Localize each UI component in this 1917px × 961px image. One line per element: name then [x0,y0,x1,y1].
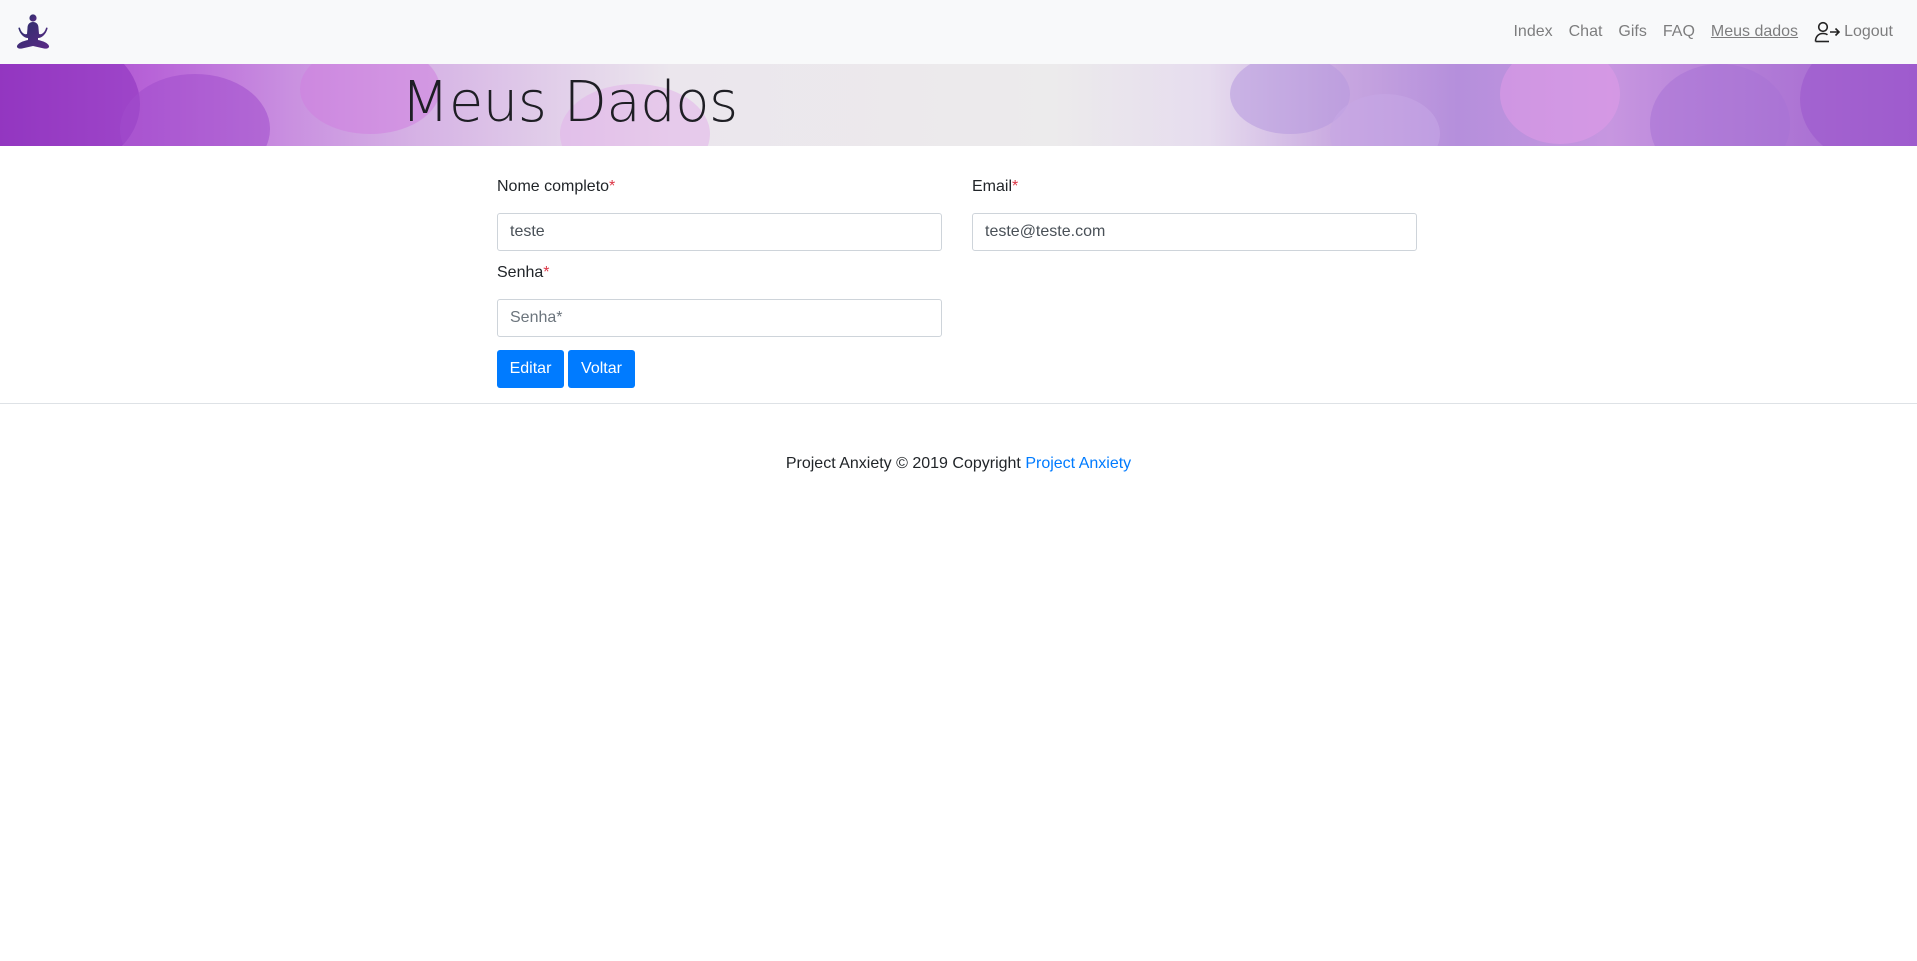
footer: Project Anxiety © 2019 Copyright Project… [0,455,1917,473]
nav-link-faq[interactable]: FAQ [1663,23,1695,41]
name-input[interactable] [497,213,942,251]
footer-divider [0,403,1917,404]
required-mark: * [609,178,616,195]
logout-link[interactable]: Logout [1814,21,1893,43]
required-mark: * [543,264,550,281]
password-field-group: Senha* [497,264,942,337]
email-field-group: Email* [972,178,1417,251]
footer-link[interactable]: Project Anxiety [1025,455,1131,472]
nav-link-index[interactable]: Index [1513,23,1552,41]
brand-logo[interactable] [14,13,52,51]
meditation-figure-icon [16,14,50,49]
page-title: Meus Dados [401,70,738,135]
nav-link-meus-dados[interactable]: Meus dados [1711,23,1798,41]
navbar: Index Chat Gifs FAQ Meus dados Logout [0,0,1917,64]
required-mark: * [1012,178,1019,195]
user-logout-icon [1814,21,1841,43]
logout-label: Logout [1844,23,1893,40]
nav-link-gifs[interactable]: Gifs [1618,23,1646,41]
email-input[interactable] [972,213,1417,251]
password-input[interactable] [497,299,942,337]
name-label: Nome completo* [497,178,616,195]
page-banner: Meus Dados [0,64,1917,146]
name-field-group: Nome completo* [497,178,942,251]
email-label: Email* [972,178,1019,195]
nav-link-chat[interactable]: Chat [1569,23,1603,41]
footer-text: Project Anxiety © 2019 Copyright [785,455,1021,472]
edit-button[interactable]: Editar [497,350,564,388]
back-button[interactable]: Voltar [568,350,635,388]
nav-links: Index Chat Gifs FAQ Meus dados Logout [1497,0,1893,64]
password-label: Senha* [497,264,550,281]
